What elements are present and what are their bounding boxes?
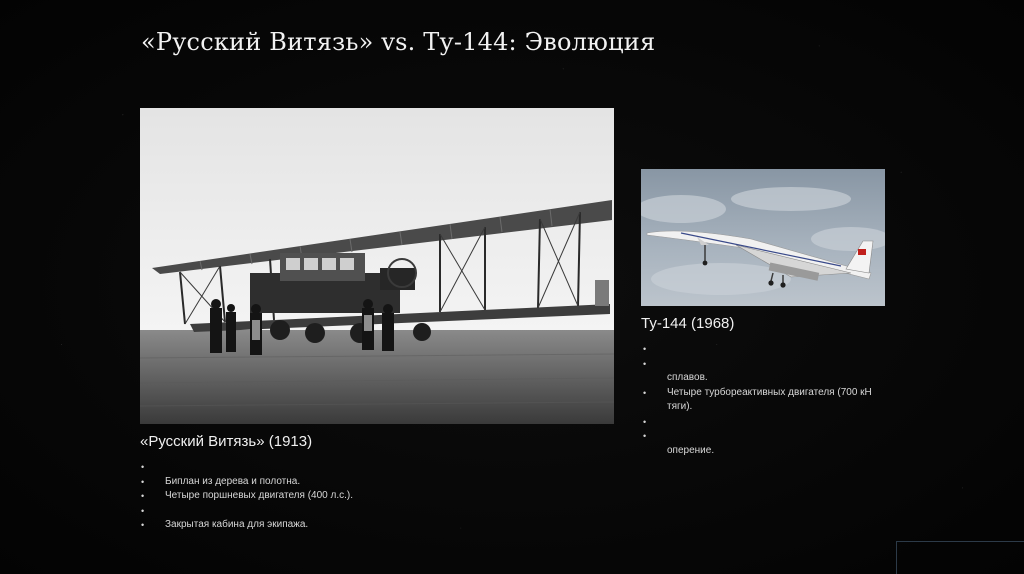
bullet-continuation: сплавов. (667, 372, 708, 383)
bullet-item: Четыре поршневых двигателя (400 л.с.). (141, 489, 441, 504)
supersonic-jet-photo (641, 169, 885, 306)
right-caption: Ту-144 (1968) (641, 315, 735, 332)
bullet-item (141, 460, 441, 475)
bullet-item (643, 429, 883, 444)
left-feature-list: Биплан из дерева и полотна.Четыре поршне… (141, 460, 441, 533)
slide: «Русский Витязь» vs. Ту-144: Эволюция «Р… (0, 0, 1024, 574)
bullet-item (643, 342, 883, 357)
corner-frame (896, 541, 1024, 574)
bullet-item (643, 415, 883, 430)
bullet-item (141, 504, 441, 519)
biplane-photo (140, 108, 614, 424)
bullet-item: Закрытая кабина для экипажа. (141, 518, 441, 533)
bullet-item: Четыре турбореактивных двигателя (700 кН… (643, 386, 883, 415)
slide-title: «Русский Витязь» vs. Ту-144: Эволюция (141, 28, 656, 56)
bullet-item (643, 357, 883, 372)
right-feature-list: сплавов. Четыре турбореактивных двигателя… (643, 342, 883, 458)
bullet-continuation: оперение. (667, 444, 715, 456)
left-caption: «Русский Витязь» (1913) (140, 433, 313, 450)
bullet-item: Биплан из дерева и полотна. (141, 475, 441, 490)
biplane-illustration (140, 108, 614, 424)
tu144-illustration (641, 169, 885, 306)
